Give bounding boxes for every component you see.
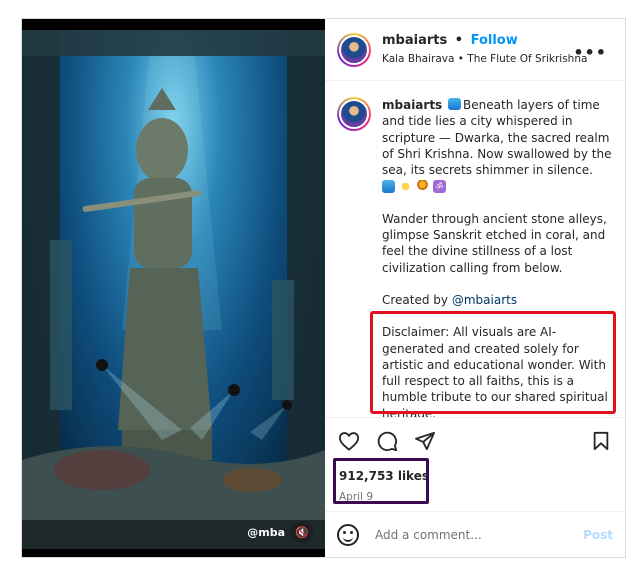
diya-lamp-emoji-icon — [416, 180, 429, 194]
caption-username[interactable]: mbaiarts — [382, 98, 442, 112]
caption-paragraph-2: Wander through ancient stone alleys, gli… — [382, 211, 607, 275]
created-by-label: Created by — [382, 292, 449, 307]
action-bar — [325, 417, 625, 463]
comment-icon[interactable] — [375, 429, 399, 453]
caption-avatar[interactable] — [337, 97, 371, 131]
avatar[interactable] — [337, 32, 371, 67]
om-emoji-icon: ॐ — [433, 180, 446, 194]
username-link[interactable]: mbaiarts — [382, 33, 447, 48]
audio-subtitle[interactable]: Kala Bhairava • The Flute Of Srikrishna — [382, 53, 587, 66]
send-icon[interactable] — [413, 429, 437, 453]
disclaimer-text: Disclaimer: All visuals are AI-generated… — [382, 325, 608, 417]
heart-icon[interactable] — [337, 429, 361, 453]
follow-button[interactable]: Follow — [471, 33, 518, 48]
caption-area: mbaiarts Beneath layers of time and tide… — [325, 81, 625, 417]
more-options-icon[interactable]: ••• — [573, 43, 607, 62]
media-overlay: @mba 🔇 — [247, 521, 313, 543]
post-button[interactable]: Post — [583, 528, 613, 542]
wave-emoji-icon — [448, 98, 462, 110]
post-date[interactable]: April 9 — [339, 491, 611, 503]
creator-handle-link[interactable]: @mbaiarts — [452, 293, 517, 307]
separator-dot: • — [454, 32, 464, 48]
instagram-post: @mba 🔇 mbaiarts • Follow Kala Bhairava •… — [21, 18, 626, 558]
likes-block: 912,753 likes April 9 — [325, 463, 625, 511]
speaker-muted-icon[interactable]: 🔇 — [291, 521, 313, 543]
emoji-smile-icon[interactable] — [337, 523, 359, 546]
watermark-text: @mba — [247, 525, 285, 539]
emoji-row: ॐ — [382, 180, 446, 194]
underwater-krishna-image — [22, 30, 325, 549]
post-media[interactable]: @mba 🔇 — [22, 19, 325, 557]
bookmark-icon[interactable] — [589, 429, 613, 453]
wave-emoji-icon — [382, 180, 395, 194]
comment-input[interactable] — [375, 527, 584, 542]
comment-bar: Post — [325, 511, 625, 557]
post-header: mbaiarts • Follow Kala Bhairava • The Fl… — [325, 19, 625, 81]
likes-count[interactable]: 912,753 likes — [339, 469, 611, 483]
sparkles-emoji-icon — [399, 180, 412, 194]
caption-body: mbaiarts Beneath layers of time and tide… — [382, 97, 612, 417]
post-sidebar: mbaiarts • Follow Kala Bhairava • The Fl… — [325, 19, 625, 557]
